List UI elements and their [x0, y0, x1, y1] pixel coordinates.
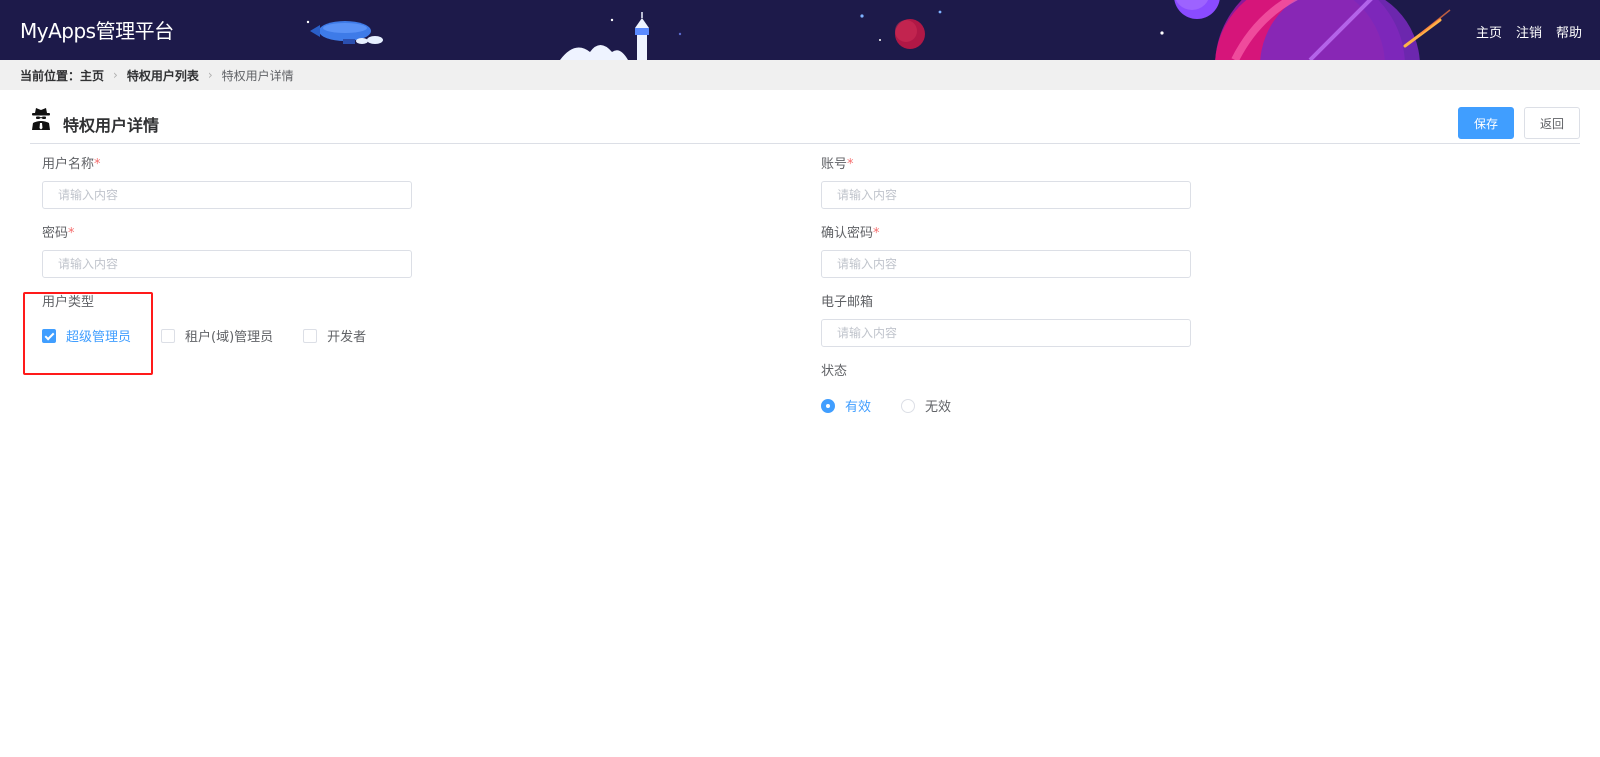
username-field-group: 用户名称* — [42, 155, 412, 209]
status-invalid-radio[interactable]: 无效 — [901, 396, 951, 415]
top-header: MyApps管理平台 主页 注销 帮助 — [0, 0, 1600, 60]
status-label: 状态 — [821, 364, 848, 379]
confirm-password-input[interactable] — [821, 250, 1191, 278]
breadcrumb: 当前位置： 主页 › 特权用户列表 › 特权用户详情 — [0, 60, 1600, 90]
email-input[interactable] — [821, 319, 1191, 347]
option-label: 有效 — [845, 400, 872, 415]
breadcrumb-home[interactable]: 主页 — [80, 67, 104, 84]
account-field-group: 账号* — [821, 155, 1191, 209]
top-nav: 主页 注销 帮助 — [1476, 22, 1582, 41]
email-field-group: 电子邮箱 — [821, 293, 1191, 347]
password-field-group: 密码* — [42, 224, 412, 278]
option-label: 租户(域)管理员 — [185, 330, 274, 345]
app-title: MyApps管理平台 — [20, 19, 174, 43]
user-type-options: 超级管理员 租户(域)管理员 开发者 — [42, 326, 396, 345]
option-label: 开发者 — [327, 330, 367, 345]
save-button[interactable]: 保存 — [1458, 107, 1514, 139]
chevron-right-icon: › — [207, 68, 213, 82]
confirm-password-label: 确认密码* — [821, 226, 880, 241]
breadcrumb-prefix: 当前位置： — [20, 68, 81, 83]
back-button[interactable]: 返回 — [1524, 107, 1580, 139]
option-label: 无效 — [925, 400, 952, 415]
page-header: 特权用户详情 保存 返回 — [30, 104, 1580, 144]
breadcrumb-current: 特权用户详情 — [221, 68, 294, 83]
user-type-label: 用户类型 — [42, 295, 95, 310]
checkbox-checked-icon — [42, 328, 56, 343]
password-input[interactable] — [42, 250, 412, 278]
chevron-right-icon: › — [113, 68, 118, 82]
nav-help-link[interactable]: 帮助 — [1556, 22, 1582, 41]
password-label: 密码* — [42, 226, 75, 241]
email-label: 电子邮箱 — [821, 295, 874, 310]
breadcrumb-privileged-user-list[interactable]: 特权用户列表 — [127, 67, 199, 84]
option-label: 超级管理员 — [66, 330, 132, 345]
status-options: 有效 无效 — [821, 396, 981, 415]
nav-logout-link[interactable]: 注销 — [1516, 22, 1542, 41]
status-valid-radio[interactable]: 有效 — [821, 396, 871, 415]
status-field-group: 状态 — [821, 362, 847, 382]
user-type-developer-checkbox[interactable]: 开发者 — [303, 326, 366, 345]
header-decoration — [306, 0, 1451, 60]
checkbox-icon — [161, 328, 176, 343]
user-type-field-group: 用户类型 — [42, 293, 94, 313]
page-title: 特权用户详情 — [63, 116, 160, 135]
user-type-tenant-admin-checkbox[interactable]: 租户(域)管理员 — [161, 326, 273, 345]
nav-home-link[interactable]: 主页 — [1476, 22, 1502, 41]
radio-selected-icon — [821, 398, 835, 413]
username-label: 用户名称* — [42, 157, 101, 172]
confirm-password-field-group: 确认密码* — [821, 224, 1191, 278]
account-label: 账号* — [821, 157, 854, 172]
user-type-super-admin-checkbox[interactable]: 超级管理员 — [42, 326, 131, 345]
spy-user-icon — [32, 108, 50, 130]
checkbox-icon — [303, 328, 318, 343]
radio-icon — [901, 398, 916, 413]
username-input[interactable] — [42, 181, 412, 209]
account-input[interactable] — [821, 181, 1191, 209]
